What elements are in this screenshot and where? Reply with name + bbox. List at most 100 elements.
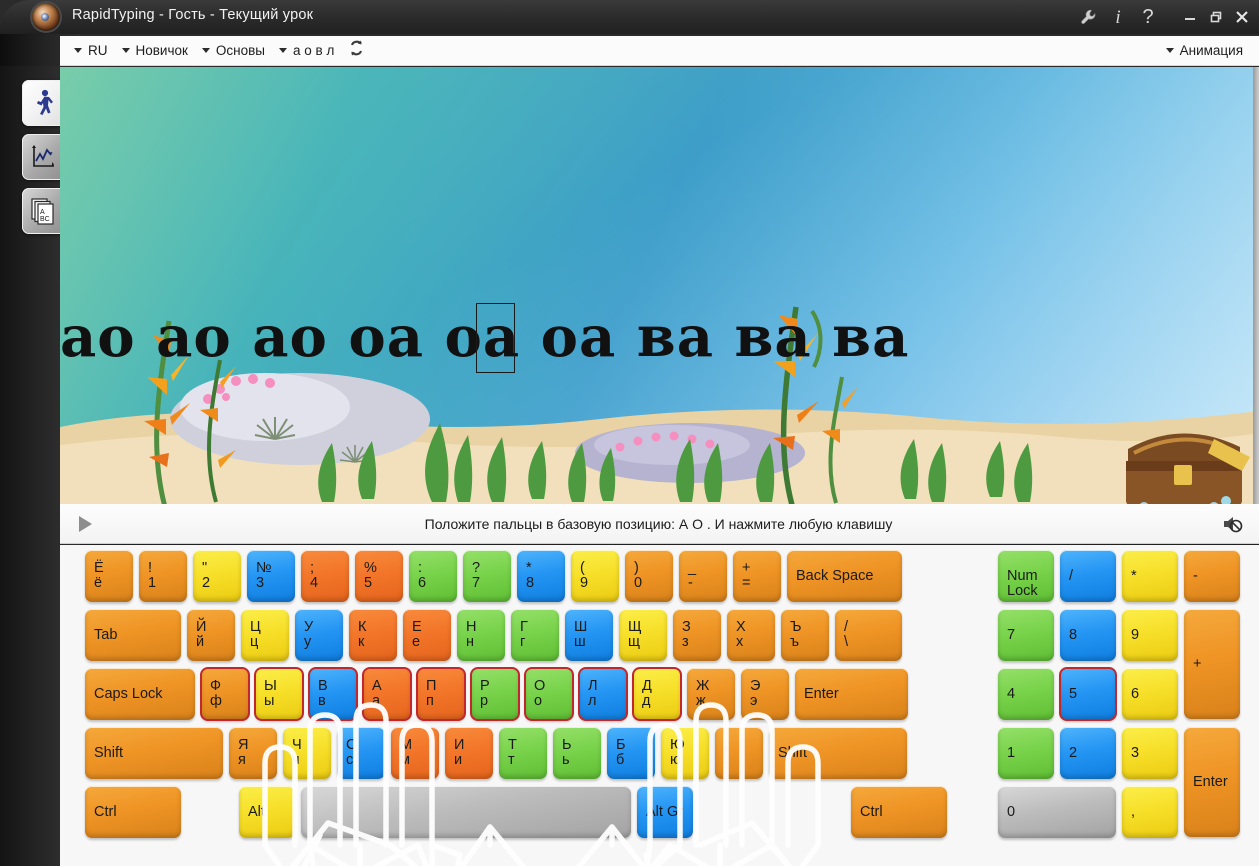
key-2[interactable]: " 2 — [193, 550, 241, 602]
key-0[interactable]: 0 — [998, 786, 1116, 838]
key-tab[interactable]: Tab — [85, 609, 181, 661]
key-6[interactable]: :6 — [409, 550, 457, 602]
key-ц[interactable]: Цц — [241, 609, 289, 661]
sidebar-tab-statistics[interactable] — [22, 134, 64, 180]
key-enter[interactable]: Enter — [1184, 727, 1240, 837]
key-caps-lock[interactable]: Caps Lock — [85, 668, 195, 720]
key-л[interactable]: Лл — [578, 667, 628, 721]
key-г[interactable]: Гг — [511, 609, 559, 661]
key-к[interactable]: Кк — [349, 609, 397, 661]
key-е[interactable]: Ее — [403, 609, 451, 661]
key-glyph-upper: Ъ — [790, 619, 802, 635]
key-у[interactable]: Уу — [295, 609, 343, 661]
key-ъ[interactable]: Ъъ — [781, 609, 829, 661]
key-а[interactable]: Аа — [362, 667, 412, 721]
key-4[interactable]: ; 4 — [301, 550, 349, 602]
chevron-down-icon — [201, 48, 210, 53]
key-,[interactable]: , — [1122, 786, 1178, 838]
key-1[interactable]: 1 — [998, 727, 1054, 779]
key-9[interactable]: (9 — [571, 550, 619, 602]
key-я[interactable]: Яя — [229, 727, 277, 779]
key-.[interactable]: ,. — [715, 727, 763, 779]
key-1[interactable]: ! 1 — [139, 550, 187, 602]
sound-muted-icon[interactable] — [1219, 511, 1245, 537]
key-glyph-upper: А — [372, 678, 382, 694]
key-5[interactable]: 5 — [1059, 667, 1117, 721]
key-т[interactable]: Тт — [499, 727, 547, 779]
key-в[interactable]: Вв — [308, 667, 358, 721]
key-7[interactable]: ? 7 — [463, 550, 511, 602]
key-alt-gr[interactable]: Alt Gr — [637, 786, 693, 838]
key-ф[interactable]: Фф — [200, 667, 250, 721]
info-icon[interactable]: i — [1103, 2, 1133, 32]
key-glyph-lower: 9 — [580, 575, 589, 591]
key-ч[interactable]: Чч — [283, 727, 331, 779]
key-\[interactable]: / \ — [835, 609, 902, 661]
refresh-icon[interactable] — [348, 39, 365, 62]
key-х[interactable]: Хх — [727, 609, 775, 661]
key-alt[interactable]: Alt — [239, 786, 295, 838]
help-icon[interactable]: ? — [1133, 2, 1163, 32]
key-и[interactable]: Ии — [445, 727, 493, 779]
key-м[interactable]: Мм — [391, 727, 439, 779]
key-ё[interactable]: Ёё — [85, 550, 133, 602]
course-dropdown[interactable]: Основы — [201, 43, 265, 58]
key-9[interactable]: 9 — [1122, 609, 1178, 661]
key-н[interactable]: Нн — [457, 609, 505, 661]
key-б[interactable]: Бб — [607, 727, 655, 779]
key--[interactable]: _ - — [679, 550, 727, 602]
key-ь[interactable]: Ьь — [553, 727, 601, 779]
key-п[interactable]: Пп — [416, 667, 466, 721]
key-*[interactable]: * — [1122, 550, 1178, 602]
key-й[interactable]: Йй — [187, 609, 235, 661]
key-5[interactable]: % 5 — [355, 550, 403, 602]
play-icon[interactable] — [72, 511, 98, 537]
key-2[interactable]: 2 — [1060, 727, 1116, 779]
key-4[interactable]: 4 — [998, 668, 1054, 720]
key-0[interactable]: ) 0 — [625, 550, 673, 602]
key-back-space[interactable]: Back Space — [787, 550, 902, 602]
key--[interactable]: - — [1184, 550, 1240, 602]
key-=[interactable]: + = — [733, 550, 781, 602]
key-glyph-upper: Д — [642, 678, 652, 694]
restore-button[interactable] — [1203, 4, 1229, 30]
key-э[interactable]: Ээ — [741, 668, 789, 720]
key-ю[interactable]: Юю — [661, 727, 709, 779]
key-space[interactable] — [301, 786, 631, 838]
key-8[interactable]: 8 — [1060, 609, 1116, 661]
aquarium-scene — [60, 306, 1259, 504]
key-ctrl[interactable]: Ctrl — [85, 786, 181, 838]
key-6[interactable]: 6 — [1122, 668, 1178, 720]
sidebar-tab-courses[interactable]: A BC — [22, 188, 64, 234]
minimize-button[interactable] — [1177, 4, 1203, 30]
key-label: Shift — [778, 744, 808, 761]
stage-scrollbar[interactable] — [1253, 67, 1259, 504]
key-ш[interactable]: Шш — [565, 609, 613, 661]
key-ы[interactable]: Ыы — [254, 667, 304, 721]
key-shift[interactable]: Shift — [769, 727, 907, 779]
key-8[interactable]: * 8 — [517, 550, 565, 602]
language-dropdown[interactable]: RU — [74, 43, 108, 58]
key-/[interactable]: / — [1060, 550, 1116, 602]
key-enter[interactable]: Enter — [795, 668, 908, 720]
key-д[interactable]: Дд — [632, 667, 682, 721]
key-+[interactable]: + — [1184, 609, 1240, 719]
key-о[interactable]: Оо — [524, 667, 574, 721]
key-num-lock[interactable]: Num Lock — [998, 550, 1054, 602]
settings-wrench-icon[interactable] — [1073, 2, 1103, 32]
animation-dropdown[interactable]: Анимация — [1165, 43, 1243, 58]
lesson-dropdown[interactable]: а о в л — [279, 43, 334, 58]
key-ctrl[interactable]: Ctrl — [851, 786, 947, 838]
key-glyph-upper: Я — [238, 737, 249, 753]
key-щ[interactable]: Щщ — [619, 609, 667, 661]
key-3[interactable]: № 3 — [247, 550, 295, 602]
key-с[interactable]: Сс — [337, 727, 385, 779]
key-з[interactable]: Зз — [673, 609, 721, 661]
key-р[interactable]: Рр — [470, 667, 520, 721]
level-dropdown[interactable]: Новичок — [121, 43, 188, 58]
key-shift[interactable]: Shift — [85, 727, 223, 779]
key-3[interactable]: 3 — [1122, 727, 1178, 779]
close-button[interactable] — [1229, 4, 1255, 30]
key-7[interactable]: 7 — [998, 609, 1054, 661]
key-ж[interactable]: Жж — [687, 668, 735, 720]
